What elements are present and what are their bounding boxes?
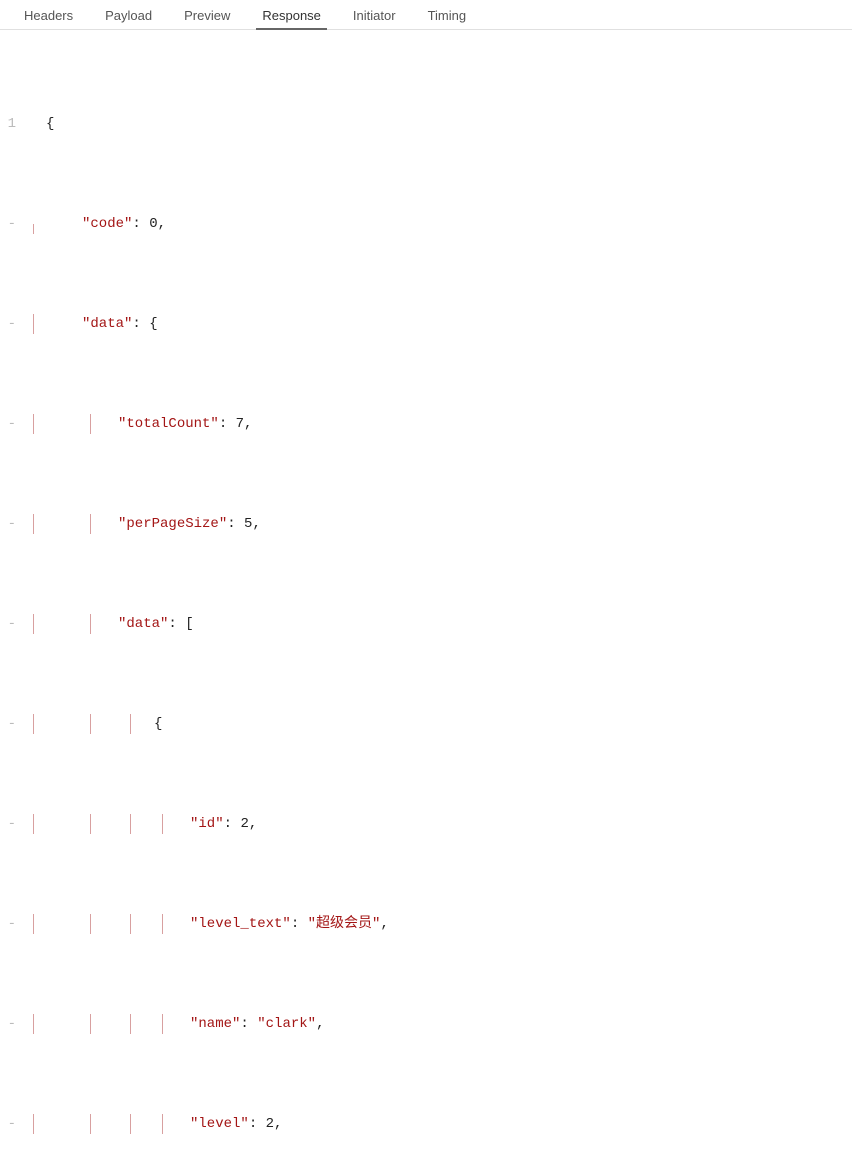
response-body: 1 { - "code": 0, - "data": { - "totalCou…	[0, 30, 852, 1174]
tab-payload[interactable]: Payload	[89, 2, 168, 29]
fold-dash[interactable]: -	[0, 1114, 22, 1134]
fold-dash[interactable]: -	[0, 414, 22, 434]
code-line: {	[46, 714, 852, 734]
line-number: 1	[0, 114, 22, 134]
tab-initiator[interactable]: Initiator	[337, 2, 412, 29]
code-line: "data": [	[46, 614, 852, 634]
tab-headers[interactable]: Headers	[8, 2, 89, 29]
fold-dash[interactable]: -	[0, 714, 22, 734]
fold-dash[interactable]: -	[0, 214, 22, 234]
fold-dash[interactable]: -	[0, 914, 22, 934]
code-line: "level_text": "超级会员",	[46, 914, 852, 934]
tab-response[interactable]: Response	[246, 2, 337, 29]
fold-dash[interactable]: -	[0, 1014, 22, 1034]
code-line: "data": {	[46, 314, 852, 334]
code-line: "totalCount": 7,	[46, 414, 852, 434]
fold-dash[interactable]: -	[0, 314, 22, 334]
code-line: {	[46, 114, 852, 134]
fold-dash[interactable]: -	[0, 814, 22, 834]
tab-timing[interactable]: Timing	[412, 2, 483, 29]
code-line: "perPageSize": 5,	[46, 514, 852, 534]
code-line: "id": 2,	[46, 814, 852, 834]
tab-preview[interactable]: Preview	[168, 2, 246, 29]
devtools-tabs: Headers Payload Preview Response Initiat…	[0, 0, 852, 30]
code-line: "name": "clark",	[46, 1014, 852, 1034]
fold-dash[interactable]: -	[0, 614, 22, 634]
code-line: "level": 2,	[46, 1114, 852, 1134]
fold-dash[interactable]: -	[0, 514, 22, 534]
code-line: "code": 0,	[46, 214, 852, 234]
